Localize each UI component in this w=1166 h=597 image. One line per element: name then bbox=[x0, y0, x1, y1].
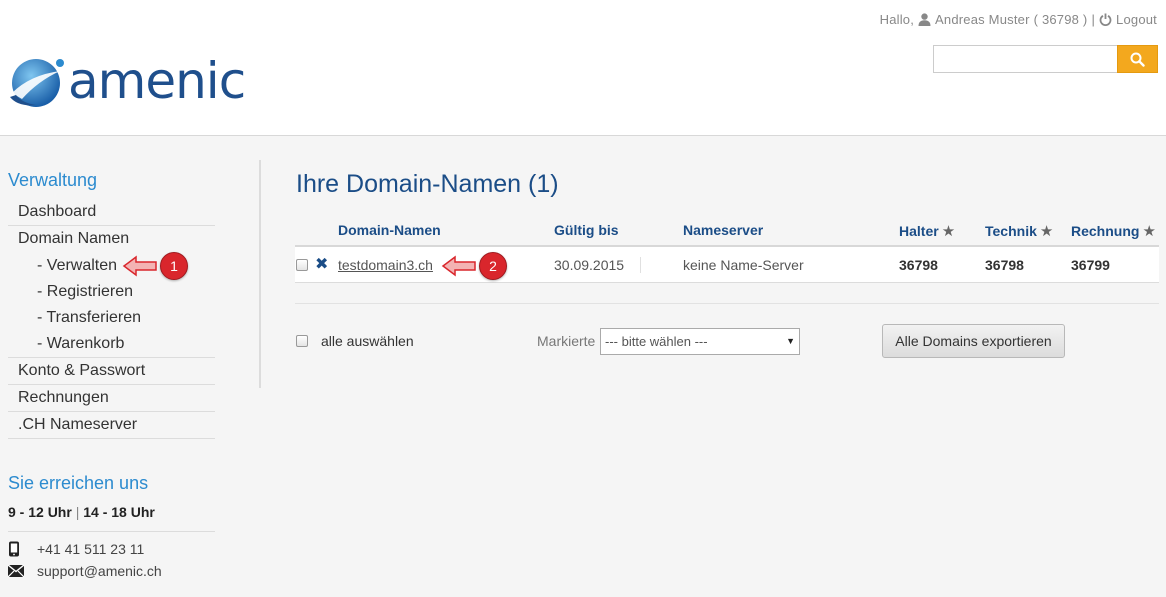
contact-title: Sie erreichen uns bbox=[8, 473, 149, 493]
sidebar-item-account[interactable]: Konto & Passwort bbox=[8, 358, 215, 385]
star-icon: ★ bbox=[1142, 223, 1156, 240]
col-holder-label: Halter bbox=[899, 223, 939, 239]
callout-badge: 1 bbox=[160, 252, 188, 280]
table-row: ✖ testdomain3.ch 30.09.2015 keine Name-S… bbox=[295, 247, 1159, 283]
user-name: Andreas Muster bbox=[935, 12, 1030, 27]
power-icon[interactable] bbox=[1099, 13, 1112, 26]
left-arrow-icon bbox=[441, 255, 476, 277]
caret-down-icon: ▼ bbox=[786, 336, 795, 346]
nameserver-cell: keine Name-Server bbox=[683, 257, 804, 273]
cell-divider bbox=[640, 257, 641, 273]
search-icon bbox=[1130, 52, 1145, 67]
opening-hours: 9 - 12 Uhr | 14 - 18 Uhr bbox=[8, 504, 155, 520]
domain-link[interactable]: testdomain3.ch bbox=[338, 257, 433, 273]
col-tech[interactable]: Technik ★ bbox=[985, 222, 1053, 240]
sidebar-divider bbox=[259, 160, 261, 388]
hours-morning: 9 - 12 Uhr bbox=[8, 504, 72, 520]
user-id: ( 36798 ) bbox=[1033, 12, 1088, 27]
hours-afternoon: 14 - 18 Uhr bbox=[83, 504, 155, 520]
delete-x-icon[interactable]: ✖ bbox=[315, 257, 328, 273]
valid-until-cell: 30.09.2015 bbox=[554, 257, 625, 273]
search-box bbox=[933, 45, 1158, 73]
search-input[interactable] bbox=[933, 45, 1117, 73]
select-all-label[interactable]: alle auswählen bbox=[321, 333, 414, 349]
sidebar-group-domains: Domain Namen - Verwalten - Registrieren … bbox=[8, 226, 215, 358]
select-value: --- bitte wählen --- bbox=[605, 334, 708, 349]
logo-text: amenic bbox=[68, 52, 246, 110]
header: amenic Hallo, Andreas Muster ( 36798 ) |… bbox=[0, 0, 1166, 136]
sidebar-item-invoices[interactable]: Rechnungen bbox=[8, 385, 215, 412]
table-header: Domain-Namen Gültig bis Nameserver Halte… bbox=[295, 214, 1159, 247]
contact-email: support@amenic.ch bbox=[8, 563, 162, 579]
domain-table: Domain-Namen Gültig bis Nameserver Halte… bbox=[295, 214, 1159, 283]
sidebar-title: Verwaltung bbox=[8, 170, 98, 190]
left-arrow-icon bbox=[122, 255, 157, 277]
amenic-logo[interactable]: amenic bbox=[8, 52, 246, 111]
tech-cell: 36798 bbox=[985, 257, 1024, 273]
domain-cell: testdomain3.ch bbox=[338, 257, 433, 273]
divider bbox=[295, 303, 1159, 304]
callout-2: 2 bbox=[441, 252, 507, 280]
envelope-icon bbox=[8, 565, 37, 577]
logout-link[interactable]: Logout bbox=[1116, 12, 1157, 27]
page-title: Ihre Domain-Namen (1) bbox=[296, 170, 559, 198]
user-icon bbox=[918, 13, 931, 26]
sidebar-item-domain-names[interactable]: Domain Namen bbox=[8, 226, 215, 253]
row-checkbox[interactable] bbox=[296, 259, 308, 271]
email-address[interactable]: support@amenic.ch bbox=[37, 563, 162, 579]
phone-number[interactable]: +41 41 511 23 11 bbox=[37, 541, 144, 557]
sidebar-item-ch-nameserver[interactable]: .CH Nameserver bbox=[8, 412, 215, 439]
sidebar-item-dashboard[interactable]: Dashboard bbox=[8, 199, 215, 226]
col-tech-label: Technik bbox=[985, 223, 1037, 239]
col-billing[interactable]: Rechnung ★ bbox=[1071, 222, 1156, 240]
sidebar-nav: Dashboard Domain Namen - Verwalten - Reg… bbox=[8, 199, 215, 439]
export-all-button[interactable]: Alle Domains exportieren bbox=[882, 324, 1065, 358]
search-button[interactable] bbox=[1117, 45, 1158, 73]
sidebar-subitem-transferieren[interactable]: - Transferieren bbox=[8, 305, 215, 331]
globe-logo-icon bbox=[10, 59, 64, 107]
bulk-action-select[interactable]: --- bitte wählen --- ▼ bbox=[600, 328, 800, 355]
col-holder[interactable]: Halter ★ bbox=[899, 222, 955, 240]
star-icon: ★ bbox=[941, 223, 956, 240]
contact-phone: +41 41 511 23 11 bbox=[8, 541, 144, 557]
greeting: Hallo, bbox=[879, 12, 915, 27]
bulk-actions: alle auswählen Markierte --- bitte wähle… bbox=[295, 324, 1159, 358]
star-icon: ★ bbox=[1039, 223, 1054, 240]
separator: | bbox=[1091, 12, 1096, 27]
col-domain[interactable]: Domain-Namen bbox=[338, 222, 441, 238]
col-billing-label: Rechnung bbox=[1071, 223, 1140, 239]
callout-badge: 2 bbox=[479, 252, 507, 280]
col-nameserver[interactable]: Nameserver bbox=[683, 222, 763, 238]
select-all-checkbox[interactable] bbox=[296, 335, 308, 347]
divider bbox=[8, 531, 215, 532]
col-valid-until[interactable]: Gültig bis bbox=[554, 222, 619, 238]
holder-cell: 36798 bbox=[899, 257, 938, 273]
sidebar-subitem-registrieren[interactable]: - Registrieren bbox=[8, 279, 215, 305]
callout-1: 1 bbox=[122, 252, 188, 280]
phone-icon bbox=[8, 541, 37, 557]
hours-separator: | bbox=[75, 504, 80, 520]
user-bar: Hallo, Andreas Muster ( 36798 ) | Logout bbox=[880, 12, 1157, 27]
billing-cell: 36799 bbox=[1071, 257, 1110, 273]
sidebar-subitem-warenkorb[interactable]: - Warenkorb bbox=[8, 331, 215, 357]
marked-label: Markierte bbox=[537, 333, 596, 349]
